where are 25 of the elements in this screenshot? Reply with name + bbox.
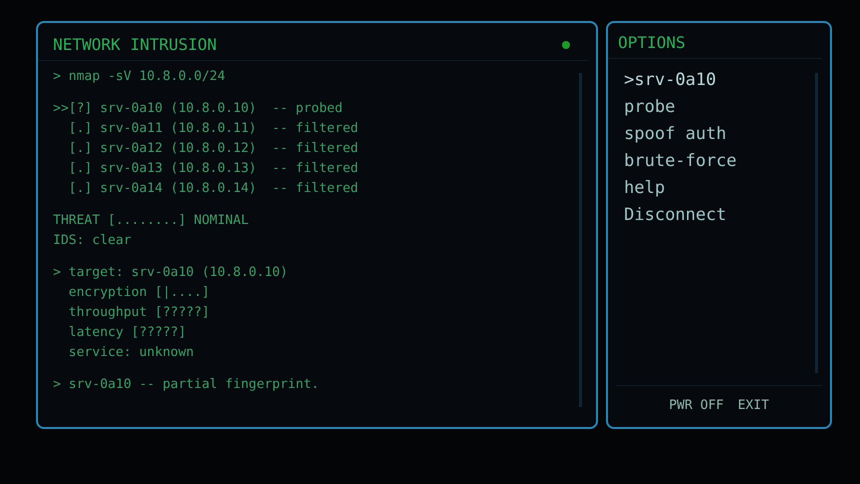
footer-button[interactable]: EXIT (738, 398, 770, 413)
terminal-line: THREAT [........] NOMINAL (53, 212, 250, 230)
terminal-line: [.] srv-0a11 (10.8.0.11) -- filtered (68, 120, 360, 138)
menu-item[interactable]: probe (624, 94, 815, 121)
terminal-line: [.] srv-0a12 (10.8.0.12) -- filtered (68, 140, 360, 158)
terminal-line: > nmap -sV 10.8.0.0/24 (53, 68, 226, 86)
menu-item[interactable]: help (624, 175, 815, 202)
panel-title: NETWORK INTRUSION (53, 35, 217, 54)
terminal-line: latency [?????] (68, 324, 188, 342)
terminal-line: > target: srv-0a10 (10.8.0.10) (53, 264, 289, 282)
terminal-line: IDS: clear (53, 232, 132, 250)
terminal-line: throughput [?????] (68, 304, 211, 322)
menu-item[interactable]: Disconnect (624, 202, 815, 229)
panel-title: OPTIONS (618, 33, 686, 52)
terminal-line: service: unknown (68, 344, 195, 362)
status-dot (562, 40, 570, 48)
menu-item[interactable]: brute-force (624, 148, 815, 175)
footer-button[interactable]: PWR OFF (668, 398, 724, 413)
menu-item[interactable]: >srv-0a10 (624, 67, 815, 94)
terminal-line: > srv-0a10 -- partial fingerprint. (53, 376, 320, 394)
menu-item[interactable]: spoof auth (624, 121, 815, 148)
terminal-line: [.] srv-0a13 (10.8.0.13) -- filtered (68, 160, 360, 178)
terminal-line: encryption [|....] (68, 284, 211, 302)
terminal-line: [.] srv-0a14 (10.8.0.14) -- filtered (68, 180, 360, 198)
terminal-line: >>[?] srv-0a10 (10.8.0.10) -- probed (53, 100, 344, 118)
